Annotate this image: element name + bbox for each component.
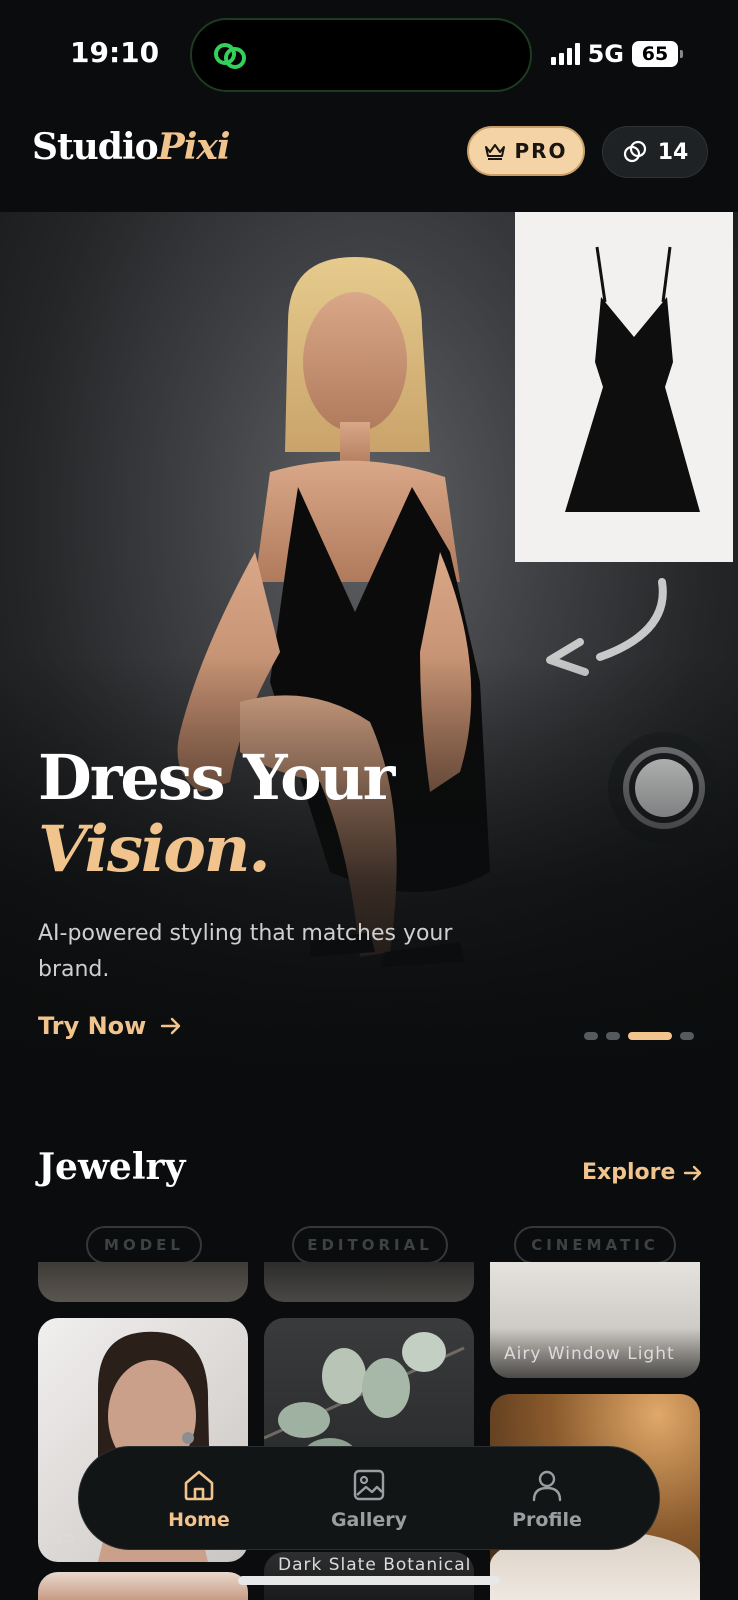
hero-title: Dress Your Vision. [38,741,395,887]
nav-gallery-label: Gallery [330,1509,408,1531]
dress-image [565,246,700,512]
crown-icon [485,144,506,160]
hero-banner[interactable]: Dress Your Vision. AI-powered styling th… [0,212,738,1076]
image-icon [353,1469,385,1501]
nav-gallery[interactable]: Gallery [299,1467,439,1531]
pro-button[interactable]: PRO [467,126,585,176]
pro-label: PRO [514,139,568,163]
credits-button[interactable]: 14 [602,126,708,178]
dynamic-island [190,18,532,92]
home-icon [184,1470,214,1501]
explore-label: Explore [582,1160,676,1185]
column-pill-model[interactable]: MODEL [86,1226,202,1264]
user-icon [532,1470,562,1502]
arrow-right-icon [684,1165,702,1180]
column-pill-cinematic[interactable]: CINEMATIC [514,1226,676,1264]
hero-title-line1: Dress Your [38,741,395,814]
gallery-tile[interactable] [38,1262,248,1302]
carousel-dot[interactable] [680,1032,694,1040]
gallery-tile[interactable] [264,1262,474,1302]
carousel-dot[interactable] [584,1032,598,1040]
network-type: 5G [587,40,624,68]
logo-main: Studio [32,126,159,168]
link-rings-icon [214,43,246,69]
explore-link[interactable]: Explore [582,1160,703,1185]
tile-caption: Dark Slate Botanical [278,1555,472,1575]
nav-profile[interactable]: Profile [477,1467,617,1531]
tile-caption: So [52,1528,76,1548]
home-indicator[interactable] [238,1576,500,1585]
gallery-tile[interactable] [38,1572,248,1600]
carousel-dot[interactable] [606,1032,620,1040]
try-now-label: Try Now [38,1012,147,1040]
tile-caption: Airy Window Light [504,1344,675,1364]
nav-profile-label: Profile [512,1509,582,1531]
status-indicators: 5G 65 [550,40,683,68]
nav-home[interactable]: Home [129,1467,269,1531]
bottom-nav: Home Gallery Profile [78,1446,660,1550]
hero-subtitle: AI-powered styling that matches your bra… [38,921,453,982]
status-time: 19:10 [70,36,160,69]
signal-icon [550,43,580,65]
logo-accent: Pixi [157,126,231,168]
credits-count: 14 [657,139,689,165]
gallery-tile[interactable]: Airy Window Light [490,1262,700,1378]
column-pill-editorial[interactable]: EDITORIAL [292,1226,448,1264]
nav-home-label: Home [168,1509,230,1531]
status-bar: 19:10 5G 65 [0,0,738,110]
app-logo: StudioPixi [32,126,231,168]
section-title: Jewelry [38,1146,186,1188]
coins-icon [623,140,646,163]
try-now-button[interactable]: Try Now [38,1012,182,1040]
hero-title-line2: Vision. [38,812,271,887]
product-card [515,212,733,562]
arrow-right-icon [161,1017,181,1035]
app-header: StudioPixi PRO 14 [0,120,738,184]
carousel-indicator[interactable] [584,1032,694,1040]
battery-icon: 65 [632,41,683,67]
carousel-dot-active[interactable] [628,1032,672,1040]
